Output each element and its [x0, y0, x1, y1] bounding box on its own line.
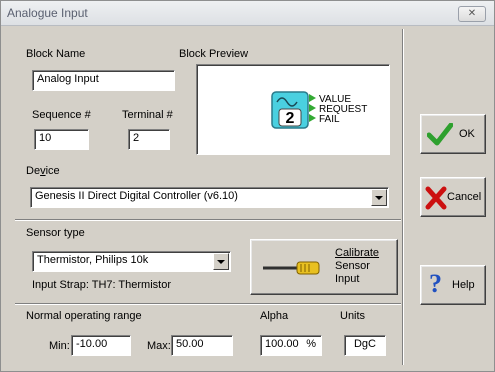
cancel-button[interactable]: Cancel [420, 177, 486, 217]
block-number: 2 [286, 110, 295, 127]
help-label: Help [452, 279, 475, 291]
calibrate-line3: Input [335, 273, 360, 285]
device-select[interactable]: Genesis II Direct Digital Controller (v6… [30, 187, 389, 208]
request-port-icon [309, 104, 316, 112]
alpha-input[interactable]: 100.00 % [260, 335, 322, 356]
block-preview-label: Block Preview [179, 48, 249, 60]
fail-port-icon [309, 114, 316, 122]
button-column-divider [402, 29, 404, 365]
alpha-label: Alpha [260, 310, 289, 322]
input-strap-text: Input Strap: TH7: Thermistor [32, 279, 171, 291]
close-icon: ✕ [467, 8, 477, 19]
block-preview-graphic: 2 VALUE REQUEST FAIL [271, 91, 367, 129]
analogue-input-block-icon: 2 [271, 91, 309, 129]
terminal-input[interactable]: 2 [128, 129, 170, 150]
cancel-label: Cancel [447, 191, 482, 203]
alpha-value: 100.00 [265, 338, 299, 350]
screwdriver-icon [263, 261, 320, 275]
calibrate-sensor-button[interactable]: Calibrate Sensor Input [250, 239, 398, 295]
units-input[interactable]: DgC [344, 335, 386, 356]
title-bar: Analogue Input ✕ [1, 1, 494, 26]
device-select-value: Genesis II Direct Digital Controller (v6… [35, 190, 238, 202]
block-name-input[interactable]: Analog Input [32, 70, 175, 91]
ok-button[interactable]: OK [420, 114, 486, 154]
output-fail: FAIL [319, 114, 340, 125]
help-button[interactable]: ? Help [420, 265, 486, 305]
alpha-unit: % [306, 338, 316, 350]
min-label: Min: [49, 340, 70, 352]
sensor-type-label: Sensor type [26, 227, 85, 239]
chevron-down-icon [375, 195, 383, 200]
max-input[interactable]: 50.00 [171, 335, 233, 356]
operating-range-label: Normal operating range [26, 310, 142, 322]
red-x-icon [425, 186, 447, 210]
chevron-down-icon [217, 259, 225, 264]
calibrate-line2: Sensor [335, 260, 370, 272]
block-preview: 2 VALUE REQUEST FAIL [196, 64, 390, 155]
sensor-type-select[interactable]: Thermistor, Philips 10k [32, 251, 231, 272]
max-label: Max: [147, 340, 171, 352]
terminal-label: Terminal # [122, 109, 173, 121]
units-label: Units [340, 310, 366, 322]
value-port-icon [309, 94, 316, 102]
min-input[interactable]: -10.00 [71, 335, 131, 356]
ok-label: OK [459, 128, 475, 140]
section-divider [15, 303, 401, 305]
sensor-dropdown-button[interactable] [213, 253, 229, 270]
checkmark-icon [427, 123, 453, 146]
sensor-type-value: Thermistor, Philips 10k [37, 254, 149, 266]
window-title: Analogue Input [7, 6, 88, 20]
device-dropdown-button[interactable] [371, 189, 387, 206]
question-mark-icon: ? [429, 269, 442, 298]
device-label: Device [26, 165, 60, 177]
sequence-label: Sequence # [32, 109, 91, 121]
calibrate-line1: Calibrate [335, 247, 380, 259]
close-button[interactable]: ✕ [458, 6, 486, 22]
sequence-input[interactable]: 10 [34, 129, 89, 150]
block-name-label: Block Name [26, 48, 86, 60]
calibrate-button-label: Calibrate Sensor Input [335, 247, 379, 286]
section-divider [15, 219, 401, 221]
analogue-input-dialog: Analogue Input ✕ Block Name Analog Input… [0, 0, 495, 372]
